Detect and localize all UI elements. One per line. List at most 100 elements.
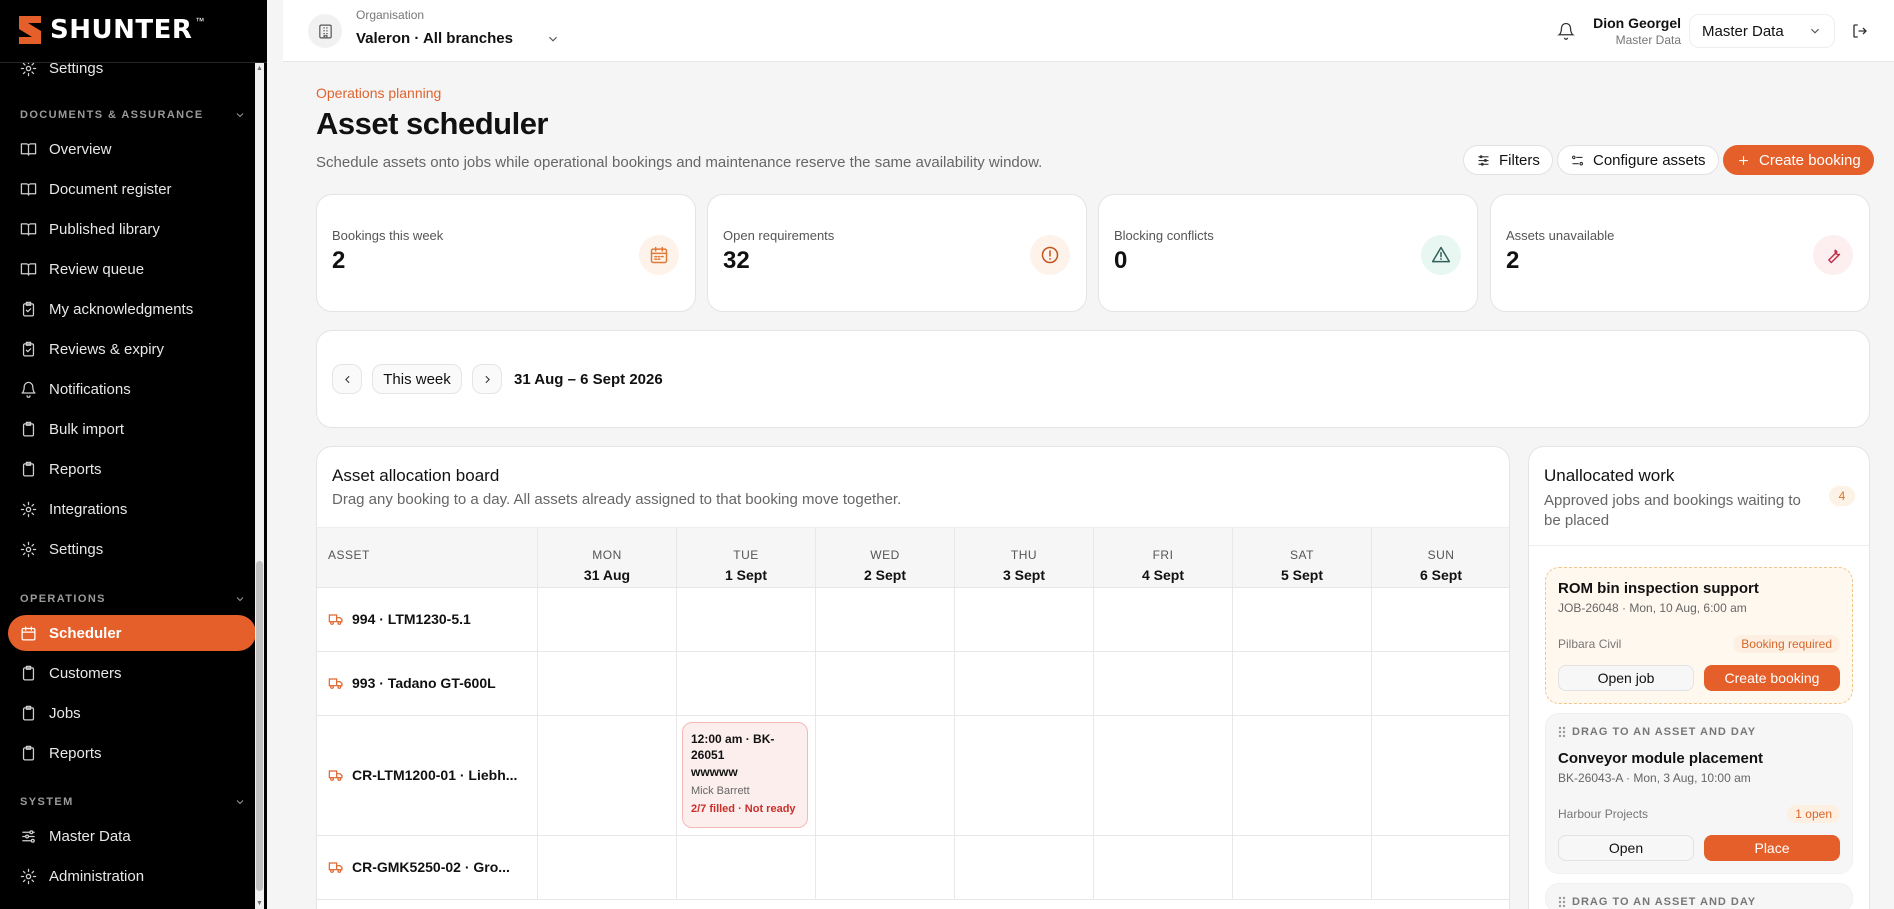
card-actions: Open Place — [1558, 835, 1840, 861]
day-cell[interactable] — [1371, 716, 1509, 835]
day-cell[interactable] — [676, 588, 815, 651]
unallocated-card-partial[interactable]: DRAG TO AN ASSET AND DAY — [1545, 883, 1853, 909]
sidebar-item-review-queue[interactable]: Review queue — [8, 251, 256, 287]
day-cell[interactable] — [537, 716, 676, 835]
sidebar-item-administration[interactable]: Administration — [8, 858, 256, 894]
day-cell[interactable] — [1232, 836, 1371, 899]
day-cell[interactable] — [815, 836, 954, 899]
day-cell[interactable] — [815, 588, 954, 651]
sidebar-item-label: Review queue — [49, 260, 145, 278]
clipboard-icon — [22, 705, 35, 721]
booking-status: 2/7 filled · Not ready — [691, 803, 796, 815]
next-week-button[interactable] — [472, 364, 502, 394]
create-booking-card-button[interactable]: Create booking — [1704, 665, 1840, 691]
day-cell[interactable] — [1093, 716, 1232, 835]
card-status-badge: Booking required — [1733, 635, 1840, 653]
top-bar: Organisation Valeron · All branches Dion… — [283, 0, 1894, 62]
day-cell[interactable] — [1232, 652, 1371, 715]
asset-label[interactable]: 993 · Tadano GT-600L — [328, 675, 533, 691]
day-cell[interactable] — [954, 836, 1093, 899]
sidebar-item-document-register[interactable]: Document register — [8, 171, 256, 207]
day-cell[interactable] — [537, 588, 676, 651]
day-cell[interactable] — [1232, 588, 1371, 651]
open-booking-button[interactable]: Open — [1558, 835, 1694, 861]
sidebar-item-reviews-expiry[interactable]: Reviews & expiry — [8, 331, 256, 367]
card-info-row: Pilbara Civil Booking required — [1558, 635, 1840, 653]
logout-icon[interactable] — [1851, 22, 1869, 40]
asset-label[interactable]: 994 · LTM1230-5.1 — [328, 611, 533, 627]
sidebar-item-customers[interactable]: Customers — [8, 655, 256, 691]
sidebar-item-label: Settings — [49, 63, 104, 77]
asset-label[interactable]: CR-LTM1200-01 · Liebh... — [328, 767, 533, 783]
sidebar-item-scheduler[interactable]: Scheduler — [8, 615, 256, 651]
sidebar-item-reports[interactable]: Reports — [8, 451, 256, 487]
scroll-thumb[interactable] — [256, 561, 263, 891]
sidebar-item-overview[interactable]: Overview — [8, 131, 256, 167]
scroll-up-icon[interactable]: ▲ — [255, 65, 264, 72]
day-cell[interactable] — [815, 652, 954, 715]
organisation-selector[interactable]: Valeron · All branches — [356, 30, 513, 47]
chevron-down-icon[interactable] — [546, 32, 560, 46]
organisation-avatar[interactable] — [308, 14, 342, 48]
sidebar-item-notifications[interactable]: Notifications — [8, 371, 256, 407]
day-cell[interactable] — [1093, 836, 1232, 899]
open-job-button[interactable]: Open job — [1558, 665, 1694, 691]
drag-hint[interactable]: DRAG TO AN ASSET AND DAY — [1558, 896, 1840, 908]
unallocated-card-job[interactable]: ROM bin inspection support JOB-26048 · M… — [1545, 567, 1853, 704]
notifications-bell-icon[interactable] — [1557, 22, 1575, 40]
day-cell[interactable] — [954, 652, 1093, 715]
panel-divider — [1529, 545, 1869, 546]
sidebar-item-integrations[interactable]: Integrations — [8, 491, 256, 527]
previous-week-button[interactable] — [332, 364, 362, 394]
day-cell[interactable] — [1093, 588, 1232, 651]
day-cell[interactable] — [954, 588, 1093, 651]
day-cell[interactable] — [676, 836, 815, 899]
day-cell[interactable] — [1232, 716, 1371, 835]
day-cell[interactable] — [1371, 836, 1509, 899]
section-operations[interactable]: OPERATIONS — [20, 593, 246, 605]
day-cell[interactable] — [676, 652, 815, 715]
sidebar-item-settings[interactable]: Settings — [8, 531, 256, 567]
sidebar-scrollbar[interactable]: ▲ ▼ — [255, 63, 264, 909]
section-system[interactable]: SYSTEM — [20, 796, 246, 808]
section-documents-assurance[interactable]: DOCUMENTS & ASSURANCE — [20, 109, 246, 121]
sidebar-item-bulk-import[interactable]: Bulk import — [8, 411, 256, 447]
booking-person: Mick Barrett — [691, 785, 750, 797]
day-cell[interactable] — [815, 716, 954, 835]
day-of-week: TUE — [733, 548, 759, 562]
configure-assets-button[interactable]: Configure assets — [1557, 145, 1719, 175]
sidebar-item-label: My acknowledgments — [49, 300, 194, 318]
day-cell[interactable] — [537, 836, 676, 899]
scroll-down-icon[interactable]: ▼ — [255, 900, 264, 907]
unallocated-card-booking[interactable]: DRAG TO AN ASSET AND DAY Conveyor module… — [1545, 713, 1853, 874]
sidebar-item-my-acknowledgments[interactable]: My acknowledgments — [8, 291, 256, 327]
sidebar-item-operations-reports[interactable]: Reports — [8, 735, 256, 771]
asset-label[interactable]: CR-GMK5250-02 · Gro... — [328, 859, 533, 875]
sidebar-item-master-data[interactable]: Master Data — [8, 818, 256, 854]
filter-sliders-icon — [1478, 154, 1489, 166]
day-cell[interactable] — [1093, 652, 1232, 715]
data-context-select[interactable]: Master Data — [1689, 14, 1835, 48]
wrench-icon — [1828, 249, 1841, 264]
day-cell[interactable] — [954, 716, 1093, 835]
asset-name: CR-LTM1200-01 · Liebh... — [352, 767, 518, 783]
app-logo[interactable]: SHUNTER ™ — [16, 14, 207, 46]
create-booking-button[interactable]: Create booking — [1723, 145, 1874, 175]
booking-card[interactable]: 12:00 am · BK-26051 wwwww Mick Barrett 2… — [682, 722, 808, 828]
sidebar-item-settings-top[interactable]: Settings — [8, 63, 256, 86]
day-date: 6 Sept — [1419, 567, 1462, 583]
this-week-button[interactable]: This week — [372, 364, 462, 394]
day-cell[interactable] — [1371, 652, 1509, 715]
sidebar-item-published-library[interactable]: Published library — [8, 211, 256, 247]
sidebar-item-jobs[interactable]: Jobs — [8, 695, 256, 731]
day-cell[interactable] — [1371, 588, 1509, 651]
drag-hint[interactable]: DRAG TO AN ASSET AND DAY — [1558, 726, 1840, 738]
filters-button[interactable]: Filters — [1463, 145, 1553, 175]
sliders-icon — [22, 829, 35, 843]
page-title: Asset scheduler — [316, 106, 549, 141]
day-cell[interactable] — [537, 652, 676, 715]
truck-icon — [328, 614, 343, 625]
place-booking-button[interactable]: Place — [1704, 835, 1840, 861]
chevron-down-icon — [1811, 28, 1819, 34]
unallocated-count-badge: 4 — [1829, 486, 1855, 506]
